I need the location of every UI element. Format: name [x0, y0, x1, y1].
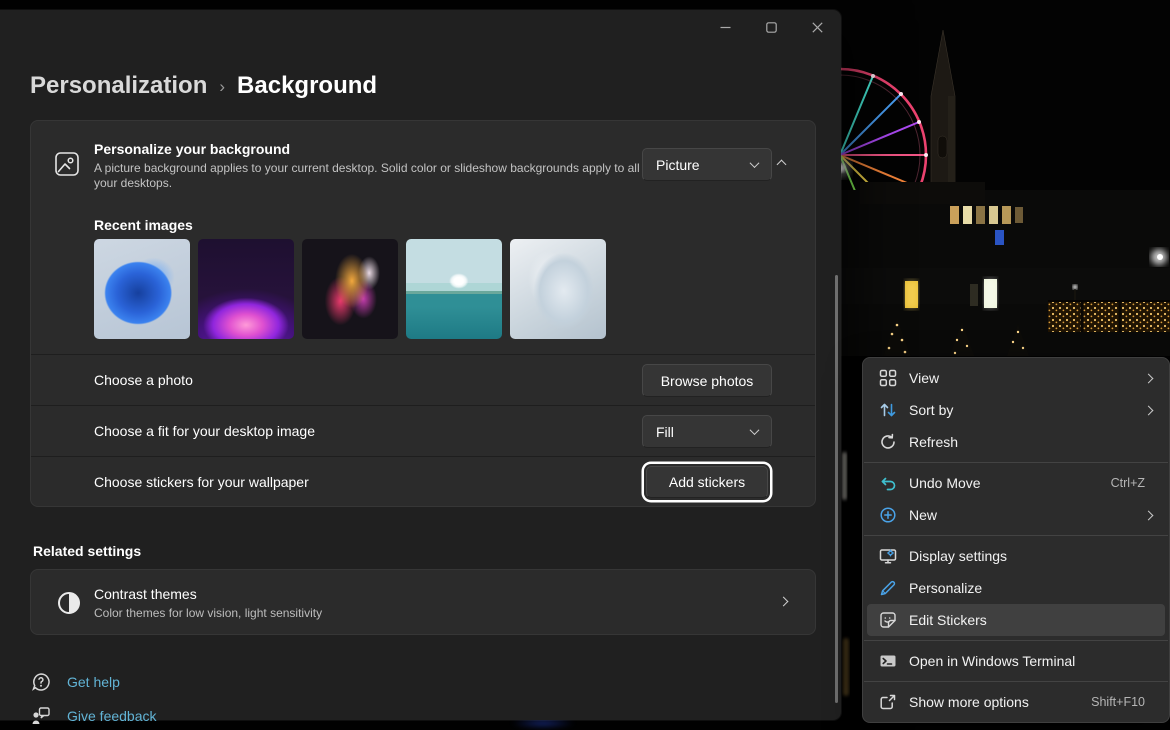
- menu-item-show-more-options[interactable]: Show more options Shift+F10: [867, 686, 1165, 718]
- settings-window: Personalization › Background Personalize…: [0, 10, 841, 720]
- menu-item-new[interactable]: New: [867, 499, 1165, 531]
- menu-item-undo-move[interactable]: Undo Move Ctrl+Z: [867, 467, 1165, 499]
- related-settings-heading: Related settings: [33, 543, 141, 559]
- background-image-icon: [54, 151, 80, 177]
- menu-item-label: New: [909, 507, 1145, 523]
- menu-item-personalize[interactable]: Personalize: [867, 572, 1165, 604]
- background-type-dropdown[interactable]: Picture: [642, 148, 772, 181]
- menu-item-open-in-windows-terminal[interactable]: Open in Windows Terminal: [867, 645, 1165, 677]
- dropdown-value: Fill: [656, 424, 674, 440]
- menu-item-label: Show more options: [909, 694, 1091, 710]
- feedback-icon: [31, 706, 51, 726]
- get-help-label: Get help: [67, 674, 120, 690]
- button-label: Add stickers: [669, 474, 745, 490]
- menu-item-label: Sort by: [909, 402, 1145, 418]
- menu-item-refresh[interactable]: Refresh: [867, 426, 1165, 458]
- give-feedback-link[interactable]: Give feedback: [31, 706, 157, 726]
- contrast-themes-description: Color themes for low vision, light sensi…: [94, 606, 322, 620]
- button-label: Browse photos: [661, 373, 754, 389]
- refresh-icon: [879, 433, 897, 451]
- terminal-icon: [879, 652, 897, 670]
- menu-separator: [864, 640, 1168, 641]
- recent-images-label: Recent images: [94, 217, 193, 233]
- row-label: Choose a fit for your desktop image: [94, 423, 315, 439]
- recent-image-thumbnail-1[interactable]: [94, 239, 190, 339]
- breadcrumb-separator: ›: [219, 75, 225, 97]
- menu-item-label: Open in Windows Terminal: [909, 653, 1155, 669]
- choose-photo-row: Choose a photo Browse photos: [31, 354, 815, 405]
- display-settings-icon: [879, 547, 897, 565]
- get-help-link[interactable]: Get help: [31, 672, 120, 692]
- menu-item-edit-stickers[interactable]: Edit Stickers: [867, 604, 1165, 636]
- chevron-up-icon: [776, 160, 786, 170]
- menu-item-label: Edit Stickers: [909, 612, 1155, 628]
- show-more-options-icon: [879, 693, 897, 711]
- contrast-icon: [57, 591, 81, 615]
- maximize-button[interactable]: [748, 10, 794, 44]
- menu-separator: [864, 462, 1168, 463]
- recent-images-list: [94, 239, 606, 339]
- close-button[interactable]: [794, 10, 840, 44]
- chevron-right-icon: [779, 597, 789, 607]
- undo-icon: [879, 474, 897, 492]
- chevron-down-icon: [750, 158, 760, 168]
- breadcrumb: Personalization › Background: [30, 72, 377, 100]
- menu-item-label: View: [909, 370, 1145, 386]
- choose-stickers-row: Choose stickers for your wallpaper Add s…: [31, 456, 815, 507]
- add-stickers-button[interactable]: Add stickers: [646, 466, 768, 498]
- row-label: Choose stickers for your wallpaper: [94, 474, 309, 490]
- contrast-themes-row[interactable]: Contrast themes Color themes for low vis…: [30, 569, 816, 635]
- maximize-icon: [766, 22, 777, 33]
- fit-dropdown[interactable]: Fill: [642, 415, 772, 448]
- menu-item-label: Display settings: [909, 548, 1155, 564]
- menu-separator: [864, 535, 1168, 536]
- menu-item-label: Undo Move: [909, 475, 1111, 491]
- caption-buttons: [702, 10, 840, 44]
- browse-photos-button[interactable]: Browse photos: [642, 364, 772, 397]
- breadcrumb-personalization[interactable]: Personalization: [30, 72, 207, 100]
- menu-item-label: Personalize: [909, 580, 1155, 596]
- recent-image-thumbnail-3[interactable]: [302, 239, 398, 339]
- sort-icon: [879, 401, 897, 419]
- personalize-icon: [879, 579, 897, 597]
- recent-image-thumbnail-4[interactable]: [406, 239, 502, 339]
- recent-image-thumbnail-2[interactable]: [198, 239, 294, 339]
- recent-images-section: Recent images: [31, 206, 815, 354]
- view-icon: [879, 369, 897, 387]
- collapse-section-button[interactable]: [764, 148, 798, 181]
- menu-item-shortcut: Ctrl+Z: [1111, 476, 1145, 490]
- card-description: A picture background applies to your cur…: [94, 161, 654, 191]
- recent-image-thumbnail-5[interactable]: [510, 239, 606, 339]
- row-label: Choose a photo: [94, 372, 193, 388]
- help-icon: [31, 672, 51, 692]
- submenu-chevron-icon: [1144, 373, 1154, 383]
- minimize-icon: [720, 22, 731, 33]
- new-icon: [879, 506, 897, 524]
- choose-fit-row: Choose a fit for your desktop image Fill: [31, 405, 815, 456]
- menu-item-sort-by[interactable]: Sort by: [867, 394, 1165, 426]
- desktop-context-menu: View Sort by Refresh Undo Move Ctrl+Z: [862, 357, 1170, 723]
- menu-item-label: Refresh: [909, 434, 1155, 450]
- background-settings-card: Personalize your background A picture ba…: [30, 120, 816, 507]
- dropdown-value: Picture: [656, 157, 700, 173]
- give-feedback-label: Give feedback: [67, 708, 157, 724]
- menu-item-display-settings[interactable]: Display settings: [867, 540, 1165, 572]
- scrollbar-thumb[interactable]: [835, 275, 838, 703]
- contrast-themes-title: Contrast themes: [94, 586, 197, 602]
- edit-stickers-icon: [879, 611, 897, 629]
- close-icon: [812, 22, 823, 33]
- page-title: Background: [237, 72, 377, 100]
- submenu-chevron-icon: [1144, 510, 1154, 520]
- chevron-down-icon: [750, 425, 760, 435]
- submenu-chevron-icon: [1144, 405, 1154, 415]
- card-title: Personalize your background: [94, 141, 290, 157]
- menu-item-view[interactable]: View: [867, 362, 1165, 394]
- menu-separator: [864, 681, 1168, 682]
- menu-item-shortcut: Shift+F10: [1091, 695, 1145, 709]
- minimize-button[interactable]: [702, 10, 748, 44]
- personalize-background-header: Personalize your background A picture ba…: [31, 121, 815, 206]
